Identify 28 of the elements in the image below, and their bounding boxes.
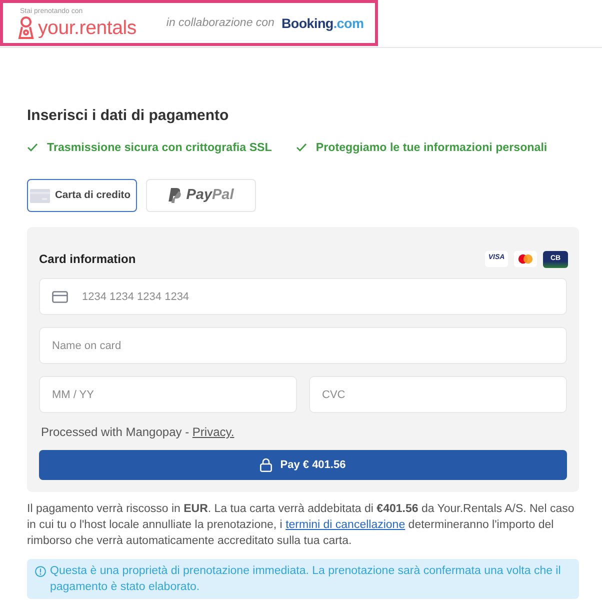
card-icon xyxy=(52,291,68,303)
cancellation-terms-link[interactable]: termini di cancellazione xyxy=(286,519,406,531)
credit-card-tab[interactable]: Carta di credito xyxy=(27,179,137,212)
partner-logo: Booking.com xyxy=(281,14,364,33)
check-icon xyxy=(27,143,38,152)
paypal-p-icon xyxy=(168,188,182,203)
assurance-text: Trasmissione sicura con crittografia SSL xyxy=(47,140,272,155)
partner-text: in collaborazione con xyxy=(166,16,274,32)
name-field[interactable]: Name on card xyxy=(39,327,567,364)
brand-name: your.rentals xyxy=(38,17,136,39)
card-number-field[interactable]: 1234 1234 1234 1234 xyxy=(39,278,567,315)
check-icon xyxy=(296,143,307,152)
privacy-link[interactable]: Privacy. xyxy=(192,425,234,439)
assurance-text: Proteggiamo le tue informazioni personali xyxy=(316,140,548,155)
lock-icon xyxy=(260,458,272,472)
info-icon xyxy=(35,566,46,576)
cvc-field[interactable]: CVC xyxy=(309,376,567,413)
card-icon xyxy=(30,188,50,202)
card-info-heading: Card information xyxy=(39,251,136,268)
processor-note: Processed with Mangopay - Privacy. xyxy=(41,425,236,440)
expiry-field[interactable]: MM / YY xyxy=(39,376,297,413)
page-title: Inserisci i dati di pagamento xyxy=(27,107,230,125)
payment-notice: Il pagamento verrà riscosso in EUR. La tua carta verrà addebitata di €401.56 da Your.Rentals A/S. Nel caso in cui tu o l'host locale annulliate la prenotazione, i termini di cancellazione determineranno l'importo del rimborso che verrà automaticamente accreditato sulla tua carta. xyxy=(27,502,576,549)
mastercard-icon xyxy=(514,250,537,266)
brand-logo-icon xyxy=(18,16,34,40)
pay-button[interactable]: Pay € 401.56 xyxy=(39,450,567,480)
info-alert-text: Questa è una proprietà di prenotazione immediata. La prenotazione sarà confermata una volta che il pagamento è stato elaborato. xyxy=(50,564,562,595)
paypal-tab[interactable]: PayPal xyxy=(146,179,256,212)
